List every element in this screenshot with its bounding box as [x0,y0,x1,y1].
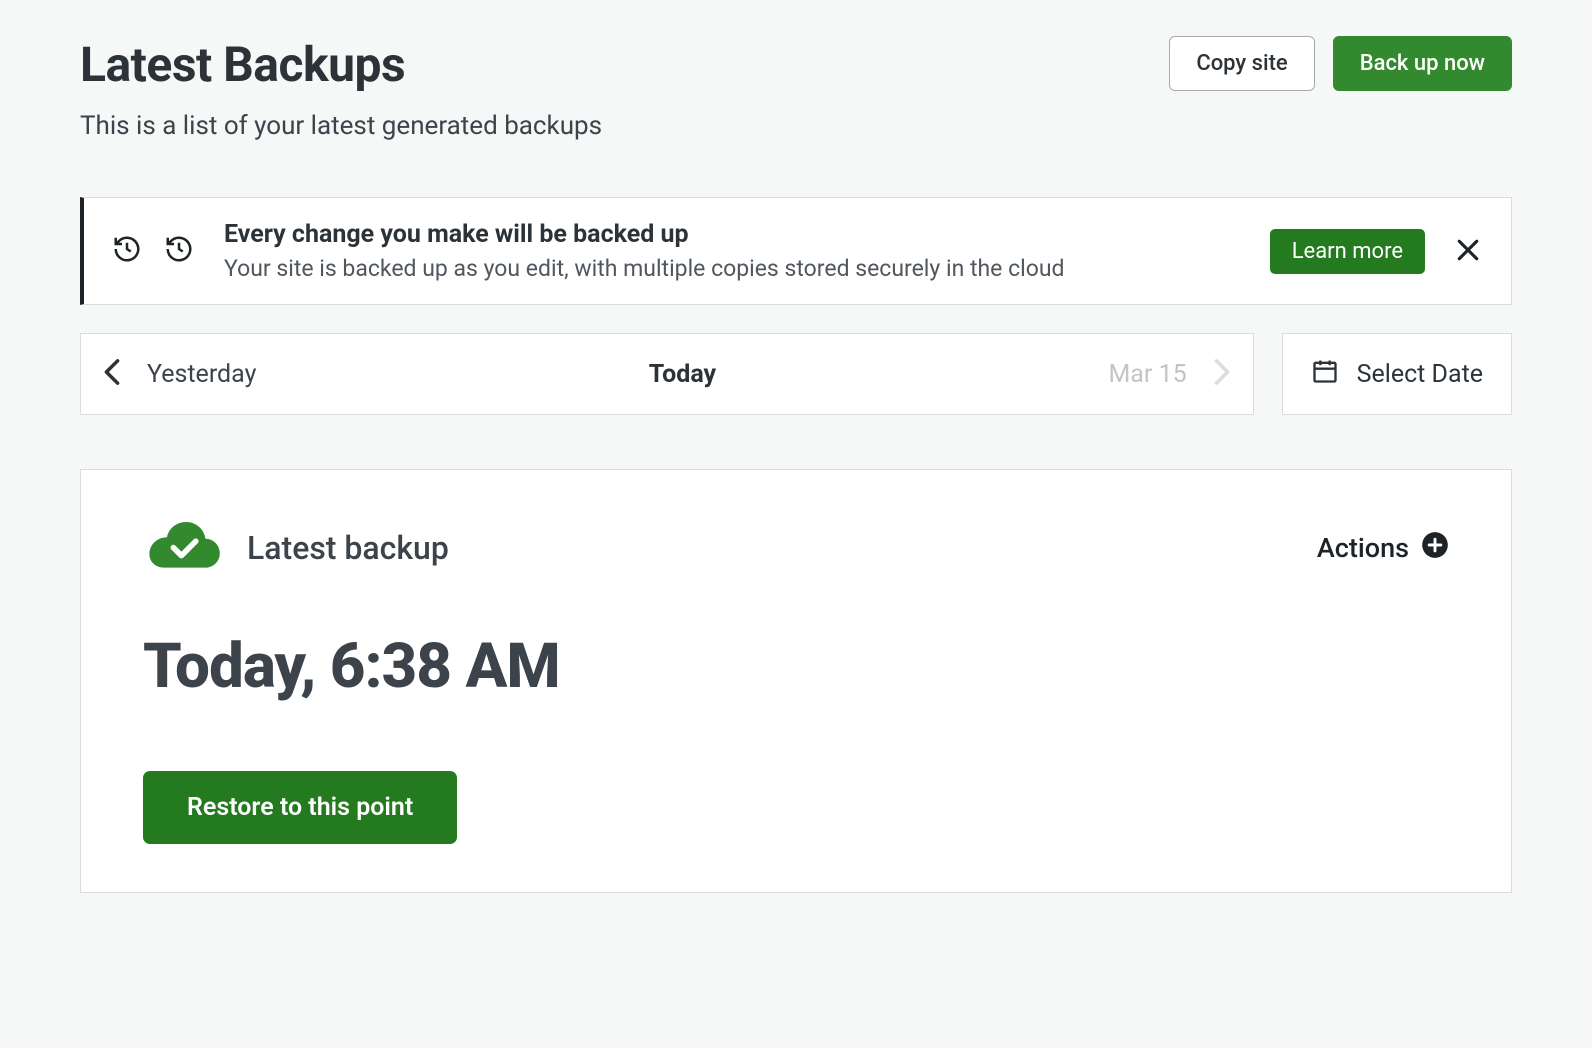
notice-actions: Learn more [1270,229,1483,274]
date-nav-next: Mar 15 [1108,358,1230,390]
backup-card-heading: Latest backup [143,518,449,578]
page-title: Latest Backups [80,36,405,93]
current-day-label: Today [256,360,1108,389]
prev-day-label[interactable]: Yesterday [147,360,256,389]
select-date-label: Select Date [1357,360,1483,389]
header-actions: Copy site Back up now [1169,36,1512,91]
chevron-left-icon [103,358,121,390]
next-day-label: Mar 15 [1108,360,1186,389]
cloud-check-icon [143,518,223,578]
copy-site-button[interactable]: Copy site [1169,36,1314,91]
backup-card-header: Latest backup Actions [143,518,1449,578]
close-icon [1453,235,1483,268]
chevron-right-icon [1213,358,1231,390]
history-icon [164,234,194,268]
date-navigation-row: Yesterday Today Mar 15 [80,333,1512,415]
page-subtitle: This is a list of your latest generated … [80,111,1512,141]
backup-card-title: Latest backup [247,529,449,567]
notice-body: Every change you make will be backed up … [224,220,1240,282]
actions-button[interactable]: Actions [1317,531,1449,566]
date-nav-prev: Yesterday [103,358,256,390]
history-icon [112,234,142,268]
latest-backup-card: Latest backup Actions Today, 6:38 AM Res… [80,469,1512,893]
plus-circle-icon [1421,531,1449,566]
notice-title: Every change you make will be backed up [224,220,1240,249]
calendar-icon [1311,357,1339,392]
backups-page: Latest Backups Copy site Back up now Thi… [0,0,1592,929]
prev-day-button[interactable] [103,358,121,390]
next-day-button [1213,358,1231,390]
date-navigation: Yesterday Today Mar 15 [80,333,1254,415]
select-date-button[interactable]: Select Date [1282,333,1512,415]
realtime-backup-notice: Every change you make will be backed up … [80,197,1512,305]
backup-timestamp: Today, 6:38 AM [143,630,1449,703]
actions-label: Actions [1317,532,1409,564]
learn-more-button[interactable]: Learn more [1270,229,1425,274]
backup-now-button[interactable]: Back up now [1333,36,1512,91]
dismiss-notice-button[interactable] [1453,235,1483,268]
page-header: Latest Backups Copy site Back up now [80,36,1512,93]
notice-icons [112,234,194,268]
restore-button[interactable]: Restore to this point [143,771,457,844]
notice-description: Your site is backed up as you edit, with… [224,255,1240,282]
